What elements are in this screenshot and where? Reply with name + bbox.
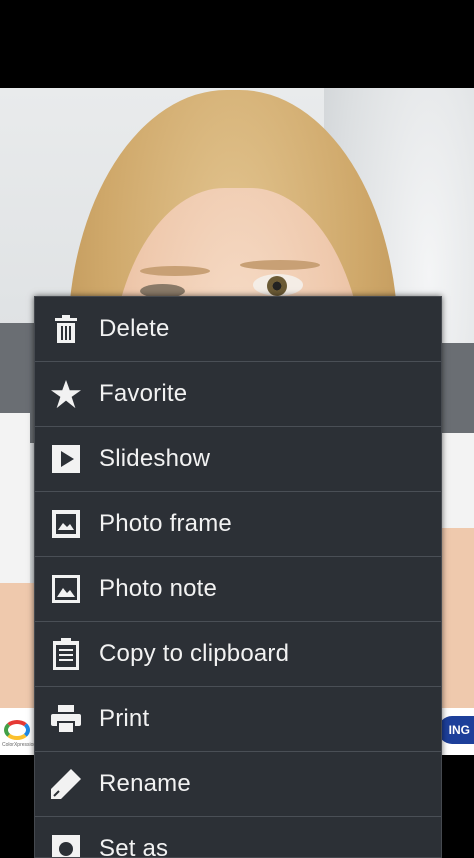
- play-icon: [51, 444, 81, 474]
- context-menu: Delete Favorite Slideshow Photo frame Ph…: [34, 296, 442, 858]
- menu-item-label: Rename: [99, 770, 191, 797]
- menu-item-slideshow[interactable]: Slideshow: [35, 427, 441, 492]
- menu-item-print[interactable]: Print: [35, 687, 441, 752]
- set-as-icon: [51, 834, 81, 857]
- menu-item-label: Print: [99, 705, 150, 732]
- menu-item-label: Slideshow: [99, 445, 211, 472]
- colorxpressions-logo: ColorXpressions: [2, 720, 39, 750]
- menu-item-label: Photo note: [99, 575, 218, 602]
- status-bar-area: [0, 0, 474, 88]
- menu-item-label: Favorite: [99, 380, 188, 407]
- pencil-icon: [51, 769, 81, 799]
- trash-icon: [51, 314, 81, 344]
- menu-item-label: Copy to clipboard: [99, 640, 290, 667]
- photo-frame-icon: [51, 509, 81, 539]
- star-icon: [51, 379, 81, 409]
- photo-note-icon: [51, 574, 81, 604]
- menu-item-rename[interactable]: Rename: [35, 752, 441, 817]
- brand-logo: ING: [438, 716, 474, 744]
- menu-item-copy-to-clipboard[interactable]: Copy to clipboard: [35, 622, 441, 687]
- clipboard-icon: [51, 638, 81, 670]
- menu-item-photo-note[interactable]: Photo note: [35, 557, 441, 622]
- menu-item-label: Photo frame: [99, 510, 232, 537]
- menu-item-favorite[interactable]: Favorite: [35, 362, 441, 427]
- printer-icon: [51, 704, 81, 734]
- menu-item-label: Set as: [99, 835, 169, 858]
- menu-item-delete[interactable]: Delete: [35, 297, 441, 362]
- menu-item-set-as[interactable]: Set as: [35, 817, 441, 858]
- menu-item-photo-frame[interactable]: Photo frame: [35, 492, 441, 557]
- menu-item-label: Delete: [99, 315, 170, 342]
